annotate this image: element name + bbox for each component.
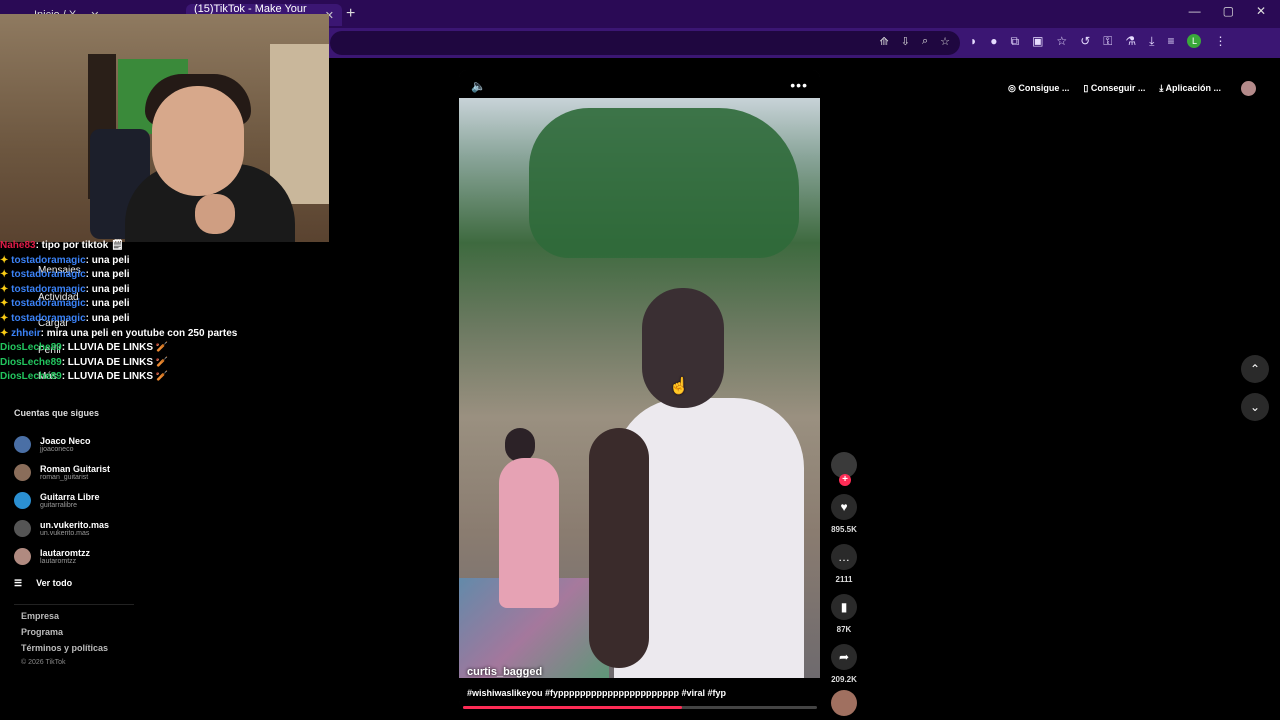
avatar [14, 519, 31, 537]
history-icon[interactable]: ↺ [1080, 34, 1090, 49]
previous-video-button[interactable]: ⌃ [1241, 355, 1269, 383]
chat-line: ✦ tostadoramagic: una peli [0, 312, 130, 324]
media-icon[interactable]: ≡ [1167, 34, 1174, 49]
screenshot-icon[interactable]: ▣ [1032, 34, 1043, 49]
bookmark-star-icon[interactable]: ☆ [940, 35, 950, 48]
chevron-down-icon: ⌄ [1249, 400, 1261, 414]
video-caption: #wishiwaslikeyou #fypppppppppppppppppppp… [467, 688, 727, 698]
omnibox-icons: ⟰ ⇩ ⌕ ☆ [880, 35, 950, 48]
comment-count: 2111 [835, 575, 853, 584]
footer-link-program[interactable]: Programa [21, 627, 108, 643]
action-rail: + ♥ 895.5K … 2111 ▮ 87K ➦ 209.2K [829, 452, 859, 716]
account-item[interactable]: Roman Guitarist roman_guitarist [14, 458, 134, 486]
maximize-button[interactable]: ▢ [1223, 4, 1234, 18]
follow-plus-icon[interactable]: + [839, 474, 851, 486]
zoom-icon[interactable]: ⌕ [922, 35, 928, 48]
get-app-button[interactable]: ▯ Conseguir ... [1083, 83, 1145, 94]
install-icon[interactable]: ⇩ [901, 35, 910, 48]
copyright: © 2026 TikTok [21, 659, 66, 666]
chat-line: ✦ tostadoramagic: una peli [0, 254, 130, 266]
footer-link-company[interactable]: Empresa [21, 611, 108, 627]
video-progress[interactable] [463, 706, 817, 709]
menu-icon[interactable]: ⋮ [1214, 34, 1226, 49]
account-item[interactable]: Joaco Neco jjoaconeco [14, 430, 134, 458]
volume-icon[interactable]: 🔈 [471, 79, 486, 93]
desktop-app-button[interactable]: ⤓ Aplicación ... [1159, 83, 1221, 94]
sidebar-footer: Empresa Programa Términos y políticas © … [21, 611, 108, 675]
close-window-button[interactable]: ✕ [1256, 4, 1266, 18]
top-actions: ◎ Consigue ... ▯ Conseguir ... ⤓ Aplicac… [1008, 77, 1257, 99]
chevron-up-icon: ⌃ [1249, 362, 1261, 376]
address-bar[interactable]: ⟰ ⇩ ⌕ ☆ [330, 31, 960, 55]
puzzle-icon[interactable]: ⧉ [1011, 34, 1020, 49]
password-icon[interactable]: ⚿ [1103, 34, 1112, 49]
webcam-overlay [0, 14, 329, 242]
chat-line: DiosLeche89: LLUVIA DE LINKS 🏏 [0, 356, 169, 368]
user-avatar[interactable] [1241, 80, 1257, 96]
video-author[interactable]: curtis_bagged [467, 666, 542, 678]
chat-line: ✦ tostadoramagic: una peli [0, 283, 130, 295]
music-disc-icon[interactable] [831, 690, 857, 716]
get-coins-button[interactable]: ◎ Consigue ... [1008, 83, 1069, 94]
avatar [14, 463, 31, 481]
translate-icon[interactable]: ⟰ [880, 35, 889, 48]
share-icon: ➦ [838, 650, 850, 664]
download-icon[interactable]: ⤓ [1149, 34, 1154, 49]
video-top-bar: 🔈 ••• [459, 70, 820, 98]
chat-line: ✦ tostadoramagic: una peli [0, 269, 130, 281]
chat-line: Nahe83: tipo por tiktok 🗒 [0, 240, 124, 251]
video-player[interactable]: 🔈 ••• curtis_bagged [459, 70, 820, 708]
mouse-cursor-icon: ☝ [669, 378, 689, 395]
extension-icons: ◗ ● ⧉ ▣ ☆ ↺ ⚿ ⚗ ⤓ ≡ L ⋮ [970, 34, 1226, 49]
divider [14, 604, 134, 605]
stream-chat-overlay: Nahe83: tipo por tiktok 🗒 ✦ tostadoramag… [0, 239, 330, 385]
avatar [14, 435, 31, 453]
like-count: 895.5K [831, 525, 857, 534]
bookmark-icon: ▮ [840, 600, 848, 614]
share-button[interactable]: ➦ [831, 644, 857, 670]
comment-button[interactable]: … [831, 544, 857, 570]
window-controls: — ▢ ✕ [1189, 4, 1280, 18]
list-icon: ☰ [14, 577, 23, 588]
share-count: 209.2K [831, 675, 857, 684]
creator-avatar[interactable]: + [831, 452, 857, 486]
performance-icon[interactable]: ⚗ [1125, 34, 1136, 49]
following-section: Cuentas que sigues Joaco Neco jjoaconeco … [14, 408, 134, 613]
minimize-button[interactable]: — [1189, 4, 1201, 18]
profile-avatar[interactable]: L [1187, 34, 1202, 48]
account-item[interactable]: Guitarra Libre guitarralibre [14, 486, 134, 514]
heart-icon: ♥ [840, 500, 848, 514]
favorites-icon[interactable]: ☆ [1056, 34, 1067, 49]
extension-icon[interactable]: ◗ [970, 34, 977, 49]
footer-link-terms[interactable]: Términos y políticas [21, 643, 108, 659]
feed-navigation: ⌃ ⌄ [1241, 355, 1269, 431]
account-item[interactable]: lautaromtzz lautaromtzz [14, 542, 134, 570]
save-count: 87K [836, 625, 852, 634]
save-button[interactable]: ▮ [831, 594, 857, 620]
comment-icon: … [838, 550, 850, 564]
extension-icon[interactable]: ● [990, 34, 997, 49]
see-all-button[interactable]: ☰ Ver todo [14, 570, 134, 596]
avatar [14, 547, 31, 565]
more-options-icon[interactable]: ••• [790, 77, 808, 93]
chat-line: DiosLeche89: LLUVIA DE LINKS 🏏 [0, 371, 169, 383]
account-item[interactable]: un.vukerito.mas un.vukerito.mas [14, 514, 134, 542]
new-tab-button[interactable]: + [346, 5, 355, 23]
following-title: Cuentas que sigues [14, 408, 100, 418]
next-video-button[interactable]: ⌄ [1241, 393, 1269, 421]
video-frame [459, 98, 820, 698]
chat-line: ✦ tostadoramagic: una peli [0, 298, 130, 310]
avatar [14, 491, 31, 509]
like-button[interactable]: ♥ [831, 494, 857, 520]
chat-line: ✦ zhheir: mira una peli en youtube con 2… [0, 327, 238, 339]
chat-line: DiosLeche89: LLUVIA DE LINKS 🏏 [0, 342, 169, 354]
